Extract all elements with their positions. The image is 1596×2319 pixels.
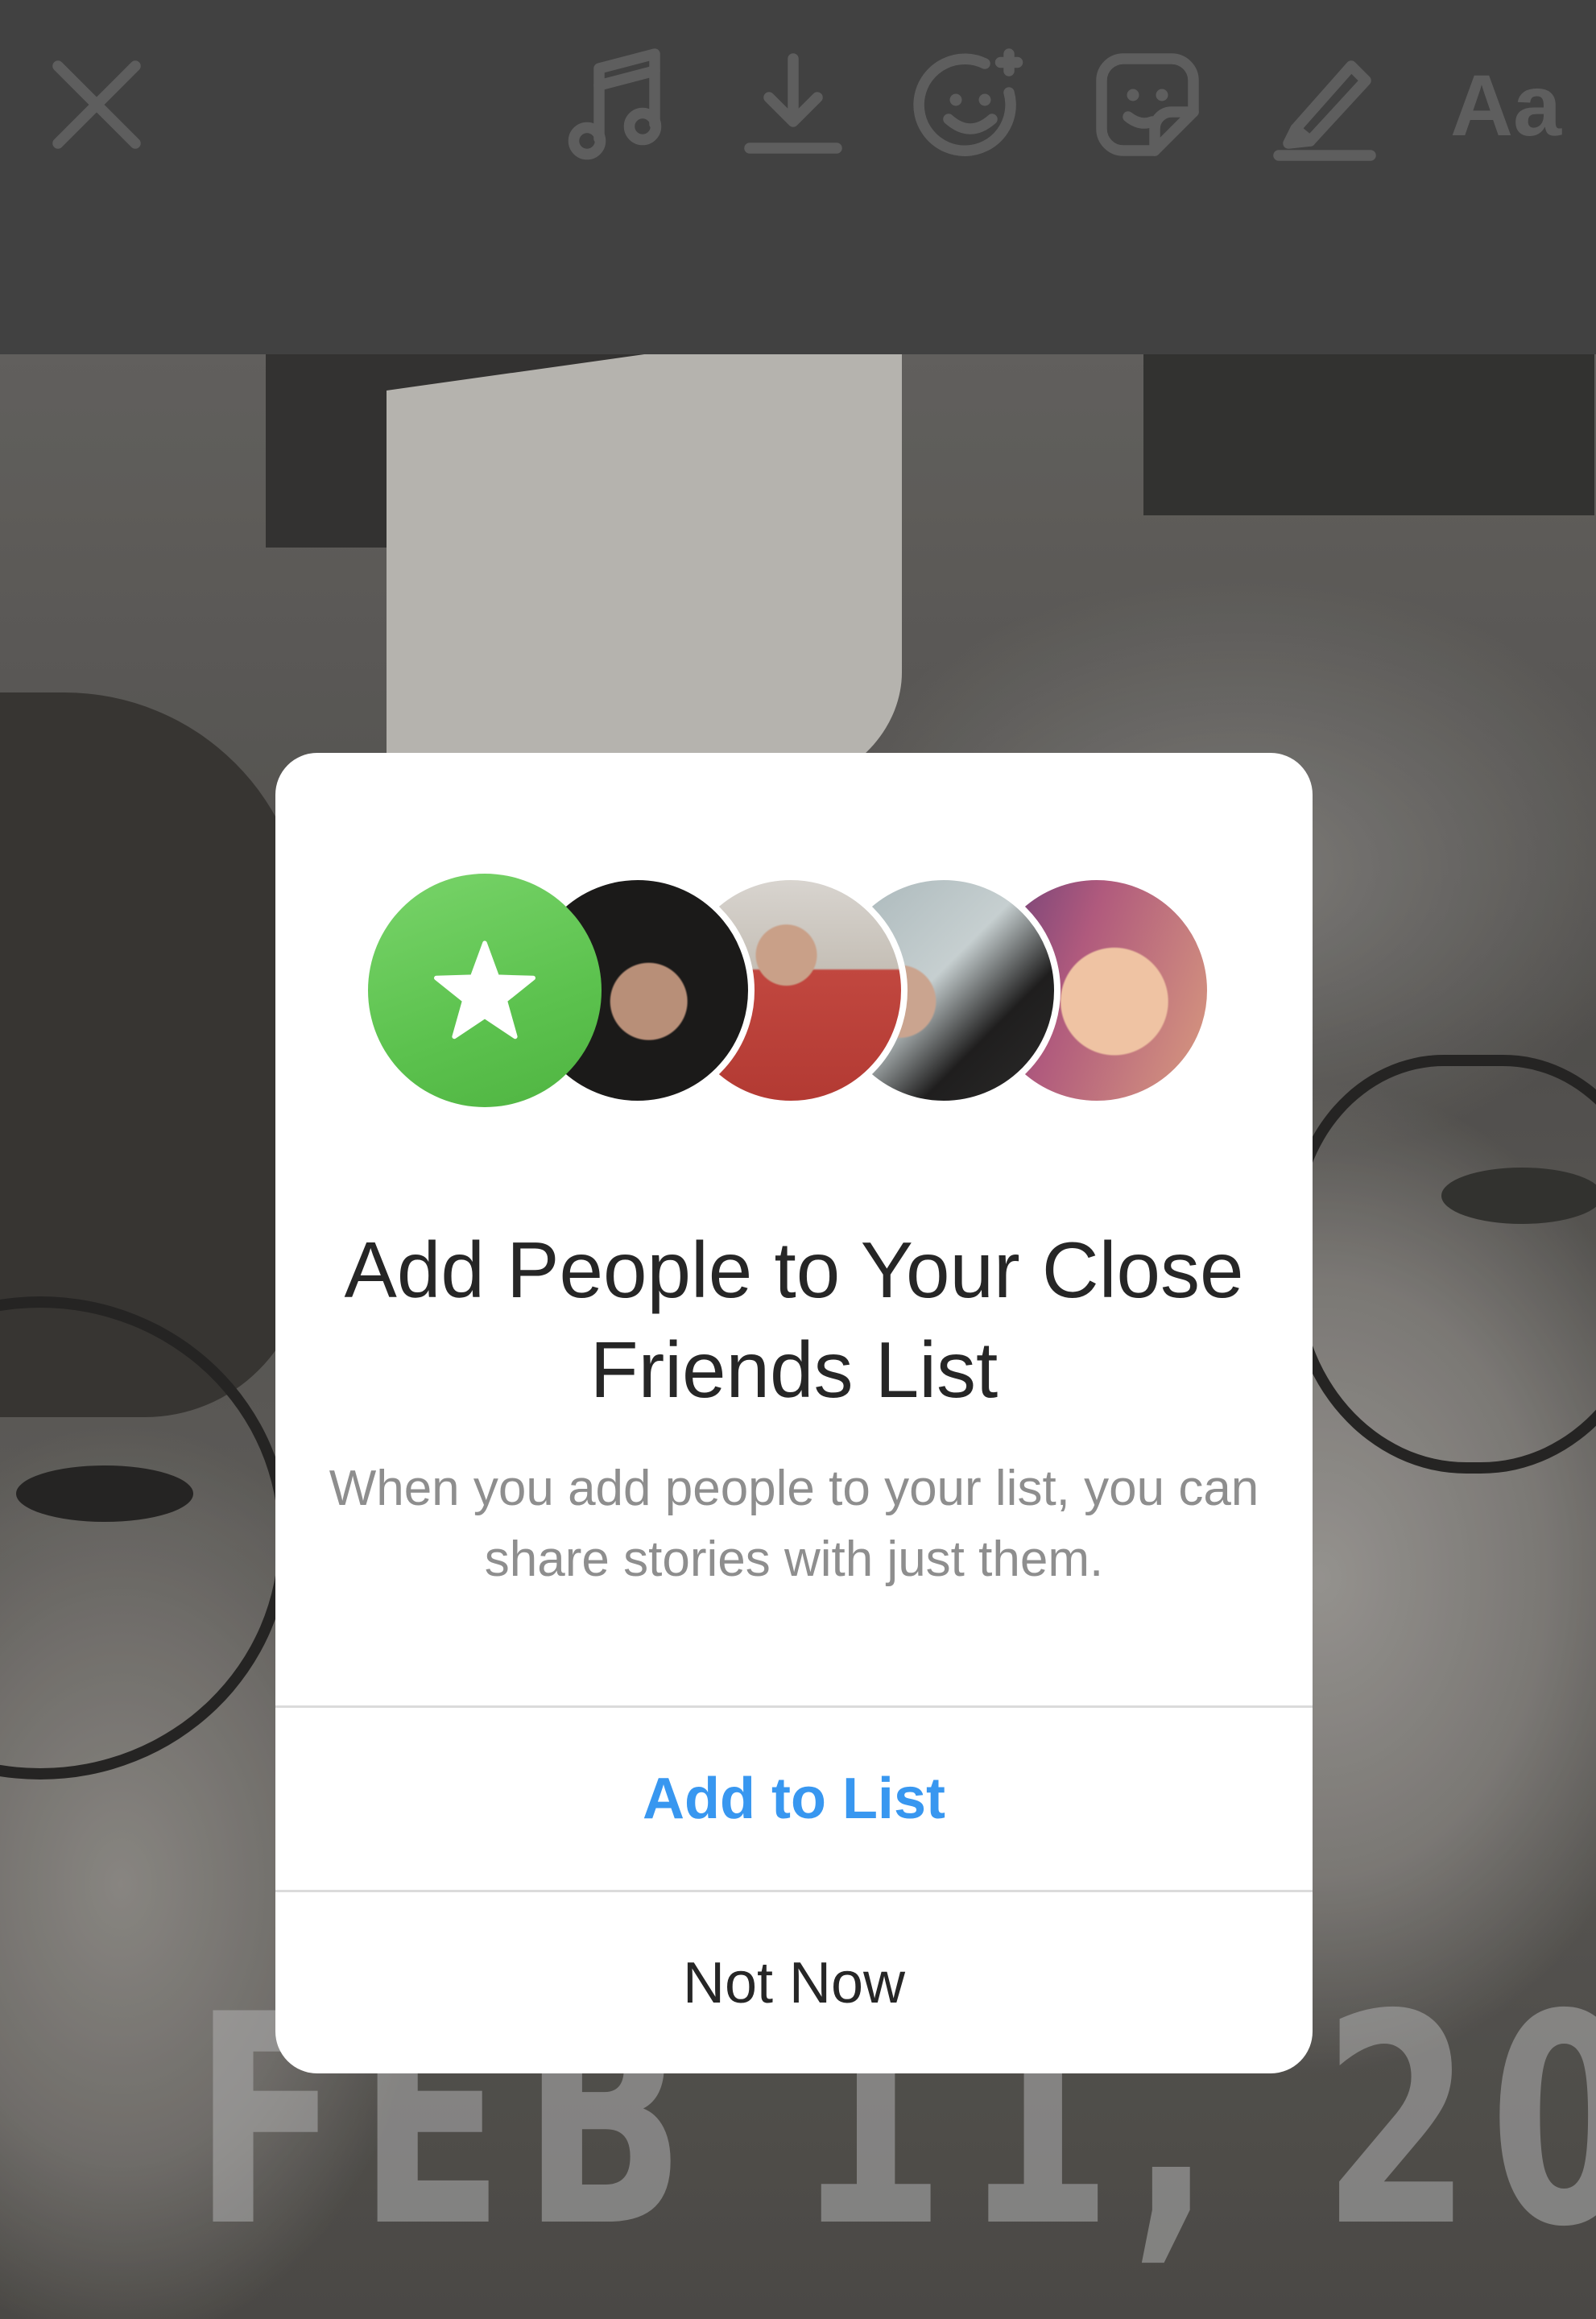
dialog-title: Add People to Your Close Friends List	[344, 1226, 1244, 1414]
add-to-list-button[interactable]: Add to List	[275, 1708, 1313, 1890]
story-editor-screen: FEB 11, 2019	[0, 0, 1596, 2319]
close-friends-dialog: Add People to Your Close Friends List Wh…	[275, 753, 1313, 2073]
star-icon	[434, 940, 535, 1040]
avatar-row	[275, 874, 1313, 1107]
close-friends-badge	[368, 874, 602, 1107]
dialog-message: When you add people to your list, you ca…	[329, 1461, 1259, 1587]
not-now-button[interactable]: Not Now	[275, 1892, 1313, 2073]
